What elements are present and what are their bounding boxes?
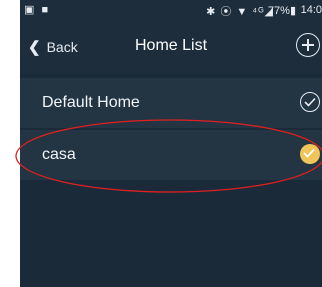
nav-bar: ❮ Back Home List	[20, 20, 322, 74]
home-name: casa	[42, 146, 76, 163]
status-bar: ▣ ■ ✱ ⦿ ▼ ⁴ᴳ◢ 77%▮ 14:0	[20, 0, 322, 20]
home-list: Default Home casa	[20, 78, 322, 180]
check-circle-icon[interactable]	[300, 92, 320, 112]
page-title: Home List	[134, 37, 208, 54]
home-name: Default Home	[42, 94, 140, 111]
home-item-default-home[interactable]: Default Home	[20, 78, 322, 128]
home-item-casa[interactable]: casa	[20, 130, 322, 180]
selected-check-icon[interactable]	[300, 144, 320, 164]
clock: 14:0	[300, 4, 322, 16]
status-left-icons: ▣ ■	[24, 4, 51, 16]
add-home-button[interactable]	[296, 33, 320, 57]
battery-level: 77%▮	[267, 5, 296, 17]
status-right-icons: ✱ ⦿ ▼ ⁴ᴳ◢	[206, 6, 274, 18]
phone-screen: ▣ ■ ✱ ⦿ ▼ ⁴ᴳ◢ 77%▮ 14:0 ❮ Back Home List…	[20, 0, 322, 287]
